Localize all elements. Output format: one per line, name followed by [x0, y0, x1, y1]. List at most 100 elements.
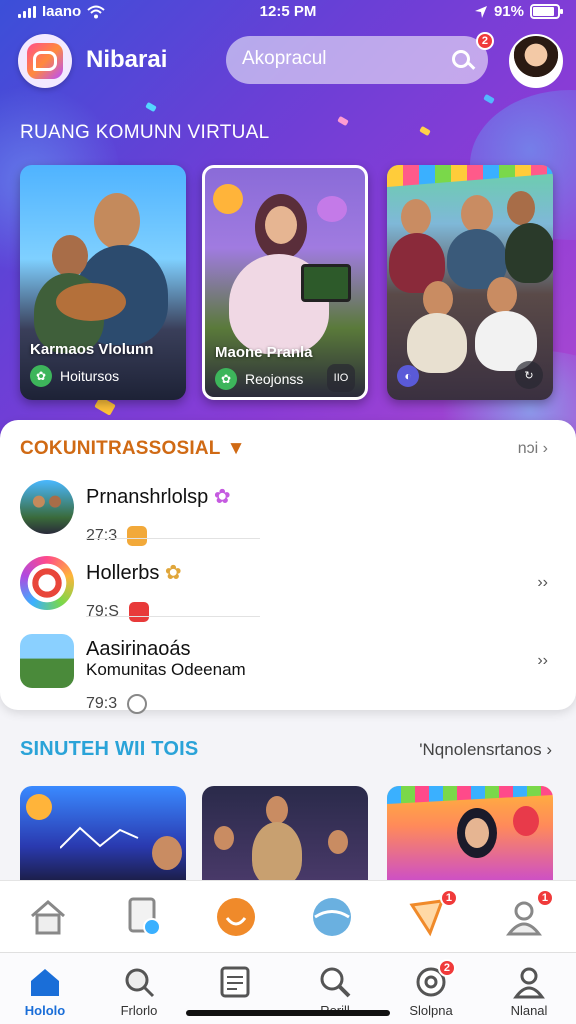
diagram-doodle	[60, 826, 139, 849]
event-tile[interactable]	[202, 786, 368, 886]
notifications-badge: 2	[437, 959, 456, 977]
battery-icon	[530, 4, 563, 19]
emoji-button-icon[interactable]	[212, 893, 260, 941]
share-icon[interactable]: 1	[404, 889, 458, 941]
community-count: 79:3	[86, 694, 148, 714]
bunting-decor	[387, 786, 553, 804]
panel-see-more[interactable]: nɔi ›	[518, 440, 548, 458]
search-icon[interactable]	[452, 50, 470, 68]
profile-badge: 1	[535, 889, 554, 907]
tablet-icon	[301, 264, 351, 302]
community-row[interactable]: Prnanshrlolsp ✿ 27:3	[0, 470, 576, 548]
community-count: 27:3	[86, 526, 148, 546]
chat-icon	[128, 602, 149, 622]
globe-icon[interactable]	[308, 893, 356, 941]
community-panel: COKUNITRASSOSIAL ▼ nɔi › Prnanshrlolsp ✿ …	[0, 420, 576, 714]
confetti	[419, 125, 431, 137]
refresh-icon[interactable]: ↻	[515, 361, 543, 389]
emoji-icon	[26, 794, 52, 820]
event-tile[interactable]	[20, 786, 186, 886]
tab-notifications[interactable]: 2 Slolpna	[386, 959, 476, 1023]
person-figure	[152, 836, 182, 870]
profile-icon[interactable]: 1	[500, 889, 554, 941]
room-card[interactable]: Maone Pranla ✿ Reojonss IIO	[202, 165, 368, 400]
group-icon: ✿	[215, 368, 237, 390]
virtual-room-carousel: Karmaos Vlolunn ✿ Hoitursos Maone Pranla …	[20, 165, 556, 400]
room-card[interactable]: Karmaos Vlolunn ✿ Hoitursos	[20, 165, 186, 400]
room-card-subtitle: Hoitursos	[60, 368, 120, 384]
search-badge: 2	[475, 32, 494, 50]
battery-percent: 91%	[493, 3, 524, 20]
chat-bubble-icon	[27, 43, 63, 79]
community-name: Hollerbs ✿	[86, 562, 182, 584]
community-thumbnail	[20, 480, 74, 534]
confetti	[483, 93, 495, 105]
location-icon	[474, 5, 487, 18]
user-avatar[interactable]	[509, 34, 563, 88]
section-see-more[interactable]: 'Nqnolensrtanos ›	[419, 740, 552, 760]
room-card[interactable]: ◐ ↻	[387, 165, 553, 400]
emoji-icon	[317, 196, 347, 222]
room-card-title: Karmaos Vlolunn	[30, 341, 154, 358]
divider	[86, 616, 260, 617]
event-tile[interactable]	[387, 786, 553, 886]
community-description: Komunitas Odeenam	[86, 660, 246, 679]
person-figure	[94, 193, 140, 249]
person-figure	[328, 830, 348, 854]
balloon-icon	[513, 806, 539, 836]
status-bar: Iaano 12:5 PM 91%	[0, 0, 576, 26]
room-card-subtitle: Reojonss	[245, 371, 304, 387]
tab-explore[interactable]: Frlorlo	[94, 961, 184, 1023]
person-figure	[505, 223, 553, 283]
bunting-decor	[387, 165, 553, 187]
shield-icon	[127, 694, 148, 714]
person-figure	[265, 206, 297, 244]
flag-icon: ▼	[226, 438, 246, 459]
emoji-icon	[213, 184, 243, 214]
quick-action-bar: 1 1	[0, 880, 576, 952]
person-figure	[507, 191, 535, 225]
home-outline-icon[interactable]	[24, 893, 72, 941]
community-name: Prnanshrlolsp ✿	[86, 486, 231, 508]
person-figure	[487, 277, 517, 313]
person-figure	[465, 818, 489, 848]
guitar-icon	[56, 283, 126, 321]
search-icon	[318, 965, 352, 999]
person-figure	[266, 796, 288, 824]
search-icon	[122, 965, 156, 999]
chevron-right-icon[interactable]: ››	[537, 652, 548, 670]
flower-icon: ✿	[164, 562, 182, 584]
tab-home[interactable]: Hololo	[0, 961, 90, 1023]
search-input[interactable]	[242, 48, 442, 70]
confetti	[145, 101, 157, 113]
home-indicator[interactable]	[186, 1010, 390, 1016]
events-carousel	[20, 786, 556, 886]
confetti	[337, 115, 349, 127]
panel-title: COKUNITRASSOSIAL ▼	[20, 438, 246, 459]
community-row[interactable]: Hollerbs ✿ 79:S ››	[0, 546, 576, 624]
person-figure	[461, 195, 493, 233]
chevron-right-icon[interactable]: ››	[537, 574, 548, 592]
person-figure	[401, 199, 431, 235]
person-figure	[214, 826, 234, 850]
person-figure	[407, 313, 467, 373]
flower-icon: ✿	[213, 486, 231, 508]
app-logo[interactable]	[18, 34, 72, 88]
section-title-events: SINUTEH WII TOIS	[20, 738, 199, 760]
community-row[interactable]: Aasirinaoás Komunitas Odeenam 79:3 ››	[0, 624, 576, 714]
search-bar[interactable]: 2	[226, 32, 494, 84]
chat-icon	[127, 526, 148, 546]
person-figure	[252, 822, 302, 886]
section-title-virtual: RUANG KOMUNN VIRTUAL	[20, 122, 270, 143]
person-figure	[423, 281, 453, 317]
home-icon	[28, 965, 62, 999]
app-header: Nibarai 2	[18, 32, 563, 88]
community-thumbnail	[20, 634, 74, 688]
tab-profile[interactable]: Nlanal	[484, 961, 574, 1023]
room-card-corner[interactable]: IIO	[327, 364, 355, 392]
room-card-title: Maone Pranla	[215, 344, 313, 361]
divider	[86, 538, 260, 539]
community-count: 79:S	[86, 602, 149, 622]
document-icon[interactable]	[120, 893, 168, 941]
list-icon	[218, 965, 252, 999]
